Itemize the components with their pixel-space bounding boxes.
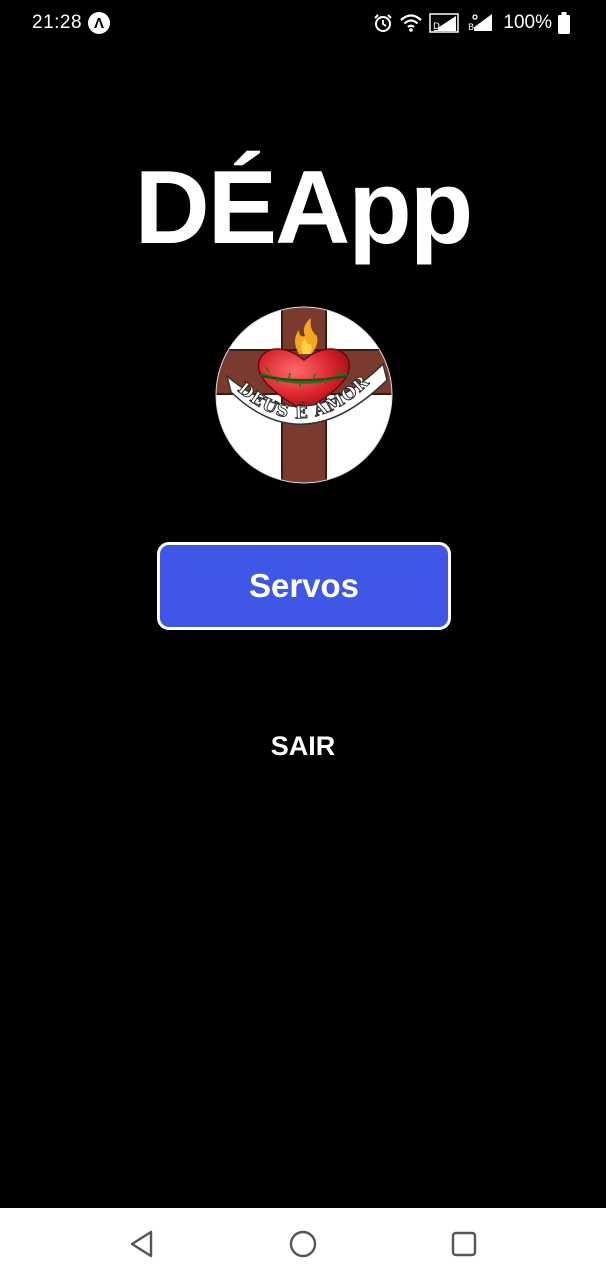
svg-text:D: D: [433, 22, 440, 32]
navigation-bar: [0, 1208, 606, 1280]
battery-icon: [558, 12, 570, 34]
recent-apps-icon[interactable]: [449, 1229, 479, 1259]
signal-icon: D: [429, 13, 460, 33]
servos-button[interactable]: Servos: [157, 542, 451, 630]
notification-app-icon: Λ: [88, 12, 110, 34]
home-icon[interactable]: [288, 1229, 318, 1259]
status-time: 21:28: [32, 12, 83, 33]
wifi-icon: [400, 14, 423, 32]
deus-e-amor-logo: DEUS É AMOR: [215, 306, 393, 484]
alarm-icon: [374, 14, 393, 32]
svg-text:B: B: [468, 23, 474, 33]
app-screen: 21:28 Λ D B 100% DÉApp DEUS É AMOR Servo…: [0, 0, 606, 1280]
status-bar: 21:28 Λ D B 100%: [0, 0, 606, 46]
sair-button[interactable]: SAIR: [0, 728, 606, 764]
signal-icon-2: B: [467, 14, 493, 33]
status-icons: D B 100%: [373, 10, 570, 36]
battery-percent: 100%: [503, 12, 552, 33]
back-icon[interactable]: [127, 1229, 157, 1259]
app-title: DÉApp: [134, 150, 474, 266]
